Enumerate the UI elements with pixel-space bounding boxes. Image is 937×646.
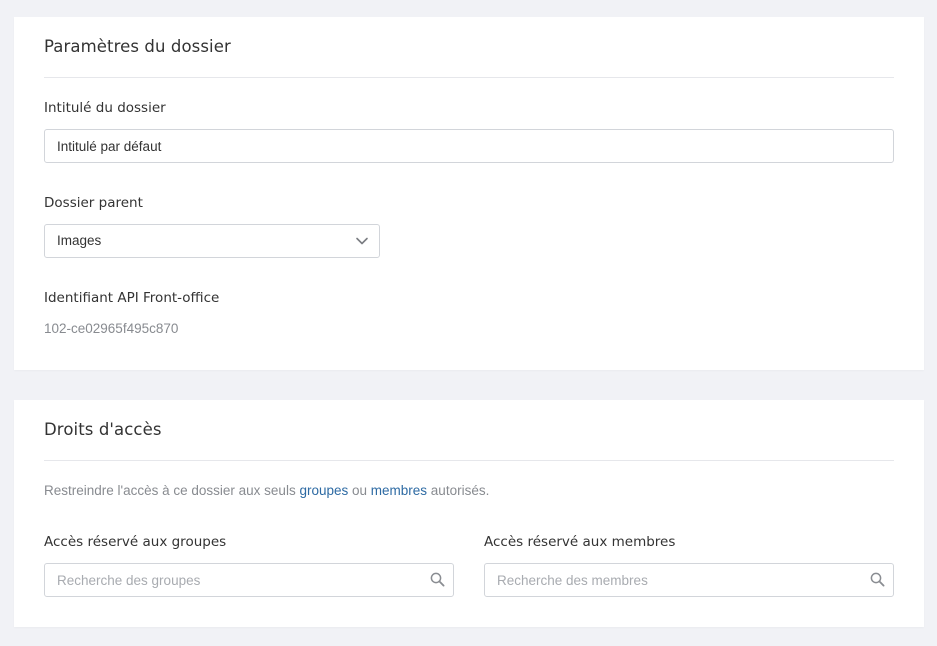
parent-folder-select[interactable]: Images	[44, 224, 380, 258]
members-search	[484, 563, 894, 597]
description-prefix: Restreindre l'accès à ce dossier aux seu…	[44, 483, 300, 498]
groups-search-input[interactable]	[44, 563, 454, 597]
folder-settings-title: Paramètres du dossier	[44, 37, 231, 56]
groups-link[interactable]: groupes	[299, 483, 348, 498]
divider	[44, 460, 894, 461]
members-access-label: Accès réservé aux membres	[484, 534, 676, 550]
access-description: Restreindre l'accès à ce dossier aux seu…	[44, 483, 489, 498]
folder-name-input[interactable]	[44, 129, 894, 163]
folder-settings-panel: Paramètres du dossier Intitulé du dossie…	[14, 17, 924, 370]
description-suffix: autorisés.	[427, 483, 490, 498]
groups-search	[44, 563, 454, 597]
access-rights-panel: Droits d'accès Restreindre l'accès à ce …	[14, 400, 924, 627]
access-rights-title: Droits d'accès	[44, 420, 162, 439]
search-icon[interactable]	[870, 572, 885, 587]
folder-name-label: Intitulé du dossier	[44, 100, 166, 116]
api-identifier-label: Identifiant API Front-office	[44, 290, 220, 306]
chevron-down-icon	[356, 237, 368, 245]
api-identifier-value: 102-ce02965f495c870	[44, 321, 179, 336]
description-mid: ou	[348, 483, 371, 498]
search-icon[interactable]	[430, 572, 445, 587]
parent-folder-value: Images	[57, 233, 102, 248]
members-link[interactable]: membres	[371, 483, 427, 498]
members-search-input[interactable]	[484, 563, 894, 597]
divider	[44, 77, 894, 78]
groups-access-label: Accès réservé aux groupes	[44, 534, 227, 550]
parent-folder-label: Dossier parent	[44, 195, 143, 211]
